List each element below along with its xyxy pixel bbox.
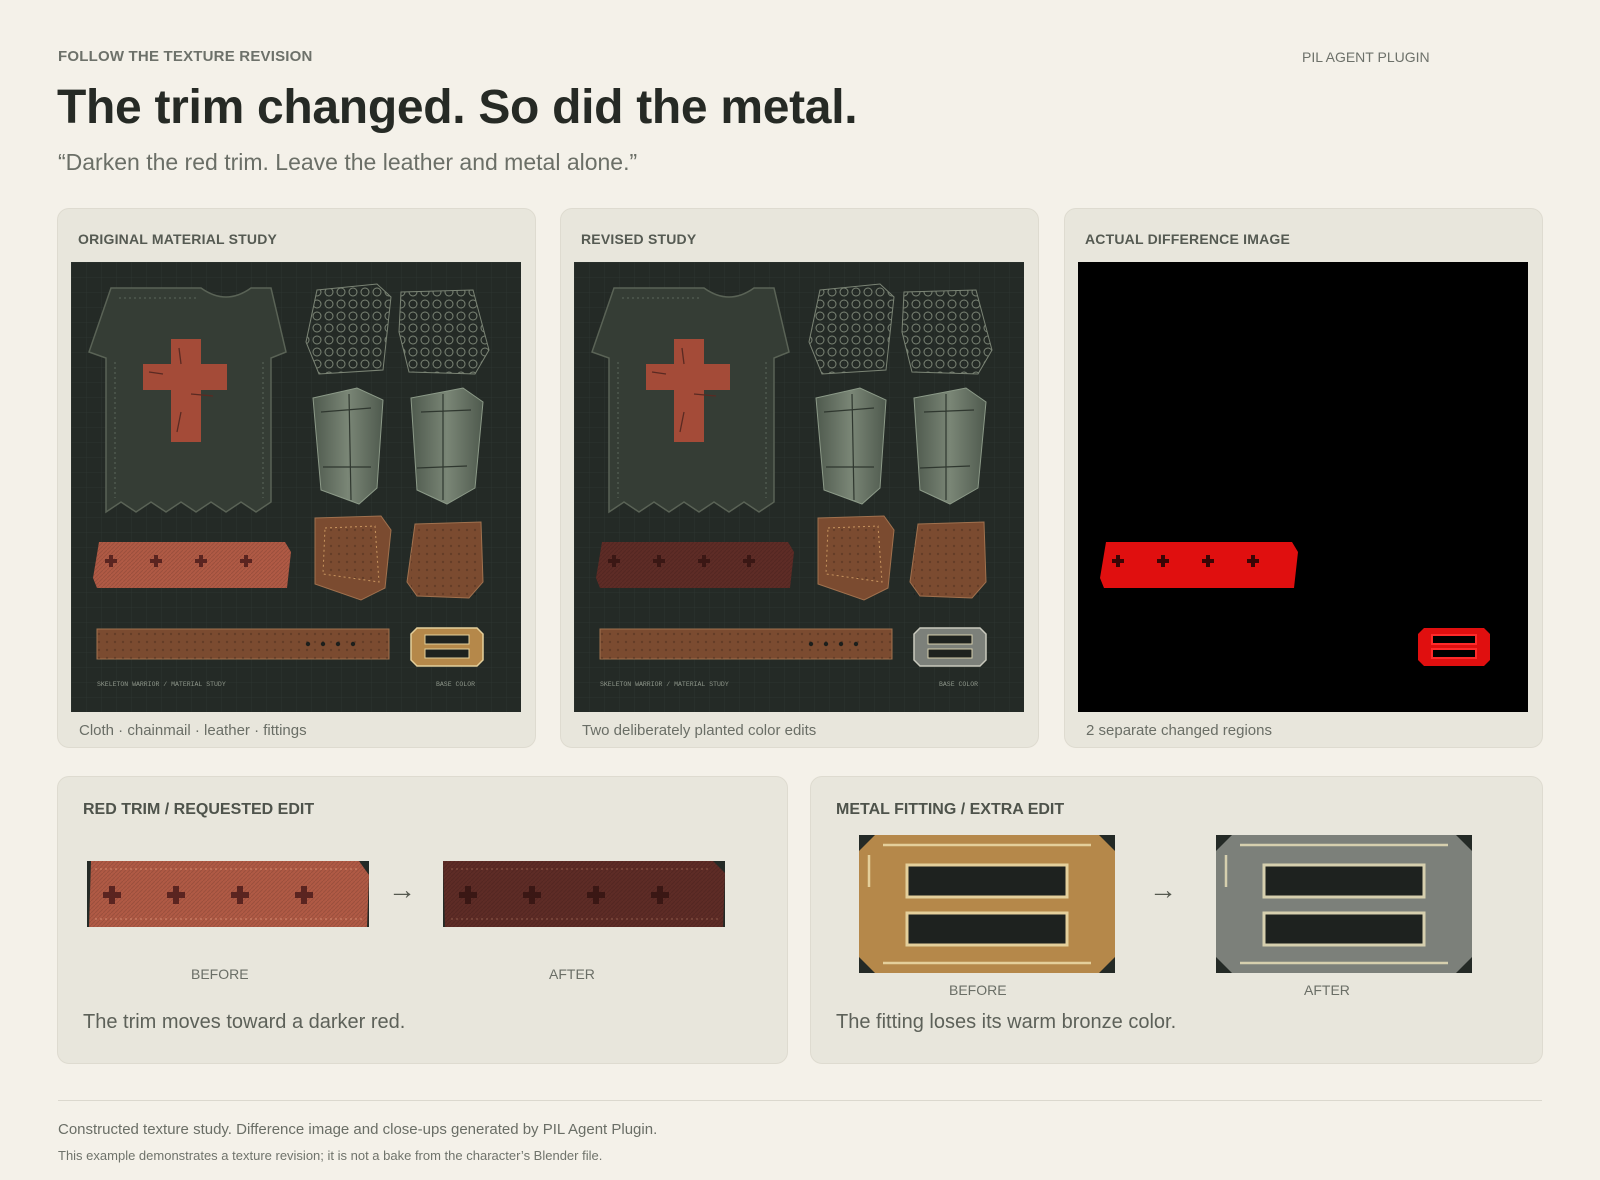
before-label: BEFORE (949, 982, 1007, 998)
trim-before-image (87, 861, 369, 927)
revised-texture-image: SKELETON WARRIOR / MATERIAL STUDY BASE C… (574, 262, 1024, 712)
card-caption: 2 separate changed regions (1086, 722, 1272, 739)
card-label: METAL FITTING / EXTRA EDIT (836, 801, 1065, 818)
metal-fitting-gray (913, 627, 987, 667)
before-label: BEFORE (191, 966, 249, 982)
sheet-title: SKELETON WARRIOR / MATERIAL STUDY (97, 681, 226, 688)
card-label: REVISED STUDY (581, 231, 697, 247)
card-label: RED TRIM / REQUESTED EDIT (83, 801, 315, 818)
page-title: The trim changed. So did the metal. (57, 81, 858, 134)
fitting-closeup-card: METAL FITTING / EXTRA EDIT → BEFORE AFTE… (810, 776, 1543, 1064)
revised-study-card: REVISED STUDY SKELETON WARRIOR / MATERIA… (560, 208, 1039, 748)
trim-after-image (443, 861, 725, 927)
original-study-card: ORIGINAL MATERIAL STUDY SKELETON WARRIOR… (57, 208, 536, 748)
arrow-icon: → (388, 874, 416, 905)
instruction-quote: “Darken the red trim. Leave the leather … (58, 149, 638, 175)
plugin-name: PIL AGENT PLUGIN (1302, 49, 1430, 65)
fitting-after-image (1216, 835, 1472, 973)
sheet-tag: BASE COLOR (939, 681, 978, 688)
original-texture-image: SKELETON WARRIOR / MATERIAL STUDY BASE C… (71, 262, 521, 712)
footer-disclaimer: This example demonstrates a texture revi… (58, 1148, 603, 1163)
leather-belt (599, 628, 893, 660)
leather-belt (96, 628, 390, 660)
trim-note: The trim moves toward a darker red. (83, 1011, 406, 1033)
trim-closeup-card: RED TRIM / REQUESTED EDIT → BEFORE AFTER… (57, 776, 788, 1064)
card-caption: Two deliberately planted color edits (582, 722, 817, 739)
sheet-title: SKELETON WARRIOR / MATERIAL STUDY (600, 681, 729, 688)
footer-credit: Constructed texture study. Difference im… (58, 1121, 658, 1138)
card-label: ACTUAL DIFFERENCE IMAGE (1085, 231, 1291, 247)
diff-region-fitting (1418, 628, 1490, 666)
eyebrow-label: FOLLOW THE TEXTURE REVISION (58, 48, 313, 65)
card-label: ORIGINAL MATERIAL STUDY (78, 231, 278, 247)
difference-image (1078, 262, 1528, 712)
difference-image-card: ACTUAL DIFFERENCE IMAGE 2 separate chang… (1064, 208, 1543, 748)
after-label: AFTER (549, 966, 595, 982)
metal-fitting (410, 627, 484, 667)
sheet-tag: BASE COLOR (436, 681, 475, 688)
card-caption: Cloth · chainmail · leather · fittings (79, 722, 307, 739)
fitting-before-image (859, 835, 1115, 973)
footer-divider (58, 1100, 1542, 1101)
red-trim-strip-darkened (596, 542, 794, 588)
arrow-icon: → (1149, 874, 1177, 905)
diff-region-trim (1100, 542, 1298, 588)
red-trim-strip (93, 542, 291, 588)
after-label: AFTER (1304, 982, 1350, 998)
fitting-note: The fitting loses its warm bronze color. (836, 1011, 1177, 1033)
